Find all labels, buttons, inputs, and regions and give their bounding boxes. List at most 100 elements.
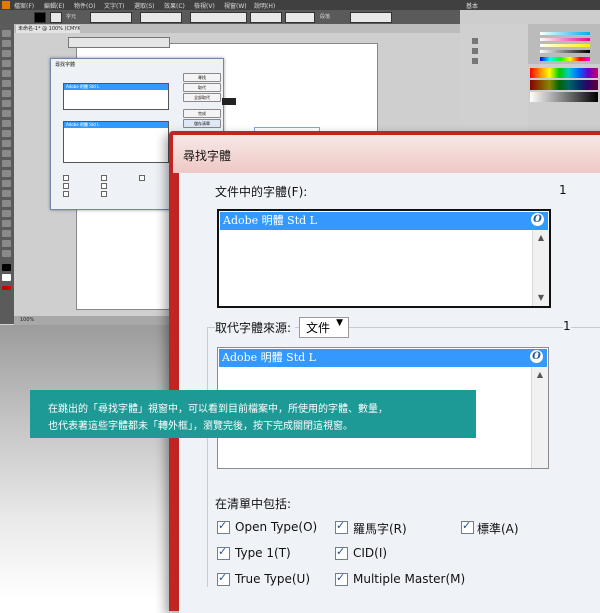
scroll-down-icon[interactable]: ▼ [533, 290, 549, 306]
workspace-switcher[interactable]: 基本 [466, 1, 478, 10]
checkbox-roman[interactable]: ✓ [335, 519, 348, 534]
menu-item-object[interactable]: 物件(O) [74, 1, 95, 10]
stroke-color-icon[interactable] [2, 274, 11, 281]
align-field[interactable] [350, 12, 392, 23]
font-style-field[interactable] [250, 12, 282, 23]
black-slider[interactable] [540, 50, 590, 53]
panel-icon[interactable] [472, 38, 478, 44]
symbol-tool-icon[interactable] [2, 170, 11, 177]
style-field[interactable] [140, 12, 182, 23]
menu-item-window[interactable]: 視窗(W) [224, 1, 247, 10]
pencil-tool-icon[interactable] [2, 110, 11, 117]
fill-swatch[interactable] [34, 12, 46, 23]
warp-tool-icon[interactable] [2, 150, 11, 157]
zoom-level[interactable]: 100% [20, 317, 34, 323]
color-panel [528, 24, 600, 64]
font-list-item[interactable]: Adobe 明體 Std L O [220, 212, 548, 230]
graph-tool-icon[interactable] [2, 180, 11, 187]
menu-item-type[interactable]: 文字(T) [104, 1, 124, 10]
character-label[interactable]: 字元 [66, 13, 76, 20]
hand-tool-icon[interactable] [2, 240, 11, 247]
free-transform-tool-icon[interactable] [2, 160, 11, 167]
yellow-slider[interactable] [540, 44, 590, 47]
eraser-tool-icon[interactable] [2, 120, 11, 127]
scale-tool-icon[interactable] [2, 140, 11, 147]
line-tool-icon[interactable] [2, 80, 11, 87]
font-list-item[interactable]: Adobe 明體 Std L O [219, 349, 547, 367]
checkbox-opentype[interactable]: ✓ [217, 519, 230, 534]
mini-font-item[interactable]: Adobe 明體 Std L [64, 122, 168, 128]
menu-item-select[interactable]: 選取(S) [134, 1, 155, 10]
magic-wand-tool-icon[interactable] [2, 50, 11, 57]
menu-item-edit[interactable]: 編輯(E) [44, 1, 64, 10]
chevron-down-icon: ▼ [336, 318, 343, 328]
mini-save-list-button[interactable]: 儲存清單 [183, 119, 221, 128]
fill-color-icon[interactable] [2, 264, 11, 271]
document-tab[interactable]: 未命名-1* @ 100% (CMYK/預視) [16, 25, 80, 33]
eyedropper-tool-icon[interactable] [2, 210, 11, 217]
panel-icon[interactable] [472, 48, 478, 54]
type-tool-icon[interactable] [2, 70, 11, 77]
mini-find-button[interactable]: 尋找 [183, 73, 221, 82]
mini-replace-button[interactable]: 取代 [183, 83, 221, 92]
swatches-panel [530, 68, 598, 108]
magenta-slider[interactable] [540, 38, 590, 41]
stroke-weight-field[interactable] [90, 12, 132, 23]
dialog-title-bar[interactable]: 尋找字體 [173, 135, 600, 173]
menu-item-help[interactable]: 說明(H) [254, 1, 275, 10]
slice-tool-icon[interactable] [2, 230, 11, 237]
selection-tool-icon[interactable] [2, 30, 11, 37]
rectangle-tool-icon[interactable] [2, 90, 11, 97]
mini-checkbox[interactable] [63, 175, 69, 181]
swatch-row[interactable] [530, 68, 598, 78]
replace-fonts-scrollbar[interactable]: ▲ [531, 367, 548, 468]
mesh-tool-icon[interactable] [2, 190, 11, 197]
mini-checkbox[interactable] [139, 175, 145, 181]
mini-checkbox[interactable] [101, 183, 107, 189]
stroke-swatch[interactable] [50, 12, 62, 23]
color-spectrum[interactable] [540, 57, 590, 61]
checkbox-truetype[interactable]: ✓ [217, 571, 230, 586]
paragraph-label[interactable]: 段落 [320, 13, 330, 20]
menu-item-file[interactable]: 檔案(F) [14, 1, 34, 10]
rotate-tool-icon[interactable] [2, 130, 11, 137]
menu-item-view[interactable]: 檢視(V) [194, 1, 215, 10]
mini-font-item[interactable]: Adobe 明體 Std L [64, 84, 168, 90]
checkbox-cid[interactable]: ✓ [335, 545, 348, 560]
scroll-up-icon[interactable]: ▲ [533, 230, 549, 246]
doc-fonts-label: 文件中的字體(F): [215, 185, 308, 199]
doc-fonts-scrollbar[interactable]: ▲ ▼ [532, 230, 549, 306]
mini-dialog-title: 尋找字體 [55, 62, 76, 68]
mini-checkbox[interactable] [101, 175, 107, 181]
direct-selection-tool-icon[interactable] [2, 40, 11, 47]
checkbox-label: 標準(A) [477, 522, 519, 536]
font-size-field[interactable] [285, 12, 315, 23]
scroll-up-icon[interactable]: ▲ [532, 367, 548, 383]
dialog-title: 尋找字體 [183, 149, 232, 163]
font-family-field[interactable] [190, 12, 247, 23]
mini-checkbox[interactable] [101, 191, 107, 197]
gradient-tool-icon[interactable] [2, 200, 11, 207]
check-icon: ✓ [218, 571, 228, 584]
checkbox-multiple-master[interactable]: ✓ [335, 571, 348, 586]
panel-icon[interactable] [472, 58, 478, 64]
doc-fonts-list[interactable]: Adobe 明體 Std L O ▲ ▼ [217, 209, 551, 308]
cyan-slider[interactable] [540, 32, 590, 35]
swatch-row[interactable] [530, 92, 598, 102]
brush-tool-icon[interactable] [2, 100, 11, 107]
menu-item-effect[interactable]: 效果(C) [164, 1, 185, 10]
mini-replace-all-button[interactable]: 全部取代 [183, 93, 221, 102]
mini-done-button[interactable]: 完成 [183, 109, 221, 118]
swatch-row[interactable] [530, 80, 598, 90]
replace-source-dropdown[interactable]: 文件 ▼ [299, 317, 349, 338]
blend-tool-icon[interactable] [2, 220, 11, 227]
pen-tool-icon[interactable] [2, 60, 11, 67]
checkbox-standard[interactable]: ✓ [461, 519, 474, 534]
checkbox-type1[interactable]: ✓ [217, 545, 230, 560]
caption-line-1: 在跳出的「尋找字體」視窗中，可以看到目前檔案中，所使用的字體、數量， [48, 404, 388, 415]
mini-checkbox[interactable] [63, 191, 69, 197]
mini-checkbox[interactable] [63, 183, 69, 189]
opentype-icon: O [530, 350, 543, 363]
zoom-tool-icon[interactable] [2, 250, 11, 257]
color-mode-icon[interactable] [2, 286, 11, 290]
